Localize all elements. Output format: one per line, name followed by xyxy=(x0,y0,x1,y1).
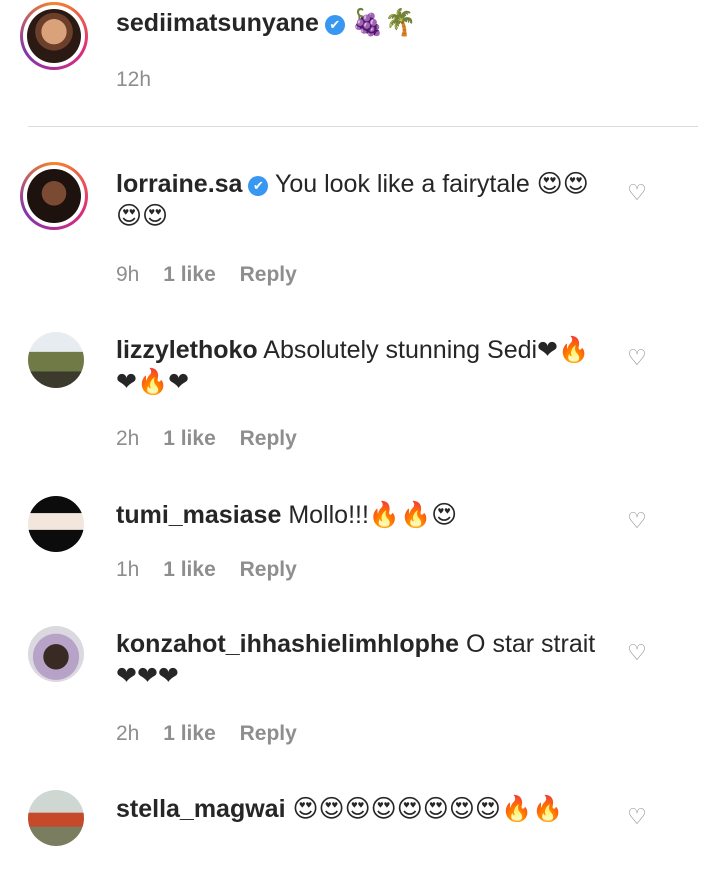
caption: sediimatsunyane ✔ 🍇🌴 xyxy=(116,7,606,39)
verified-badge-icon: ✔ xyxy=(324,15,345,35)
avatar[interactable] xyxy=(20,162,88,230)
comment-username[interactable]: lizzylethoko xyxy=(116,336,258,364)
comment-meta: 1h 1 like Reply xyxy=(116,558,315,582)
heart-outline-icon[interactable]: ♡ xyxy=(624,181,650,207)
comment-time: 2h xyxy=(116,427,140,450)
avatar[interactable] xyxy=(28,496,84,552)
comment-text: Mollo!!!🔥🔥😍 xyxy=(288,501,458,529)
comment-username[interactable]: lorraine.sa xyxy=(116,170,242,198)
comment-likes[interactable]: 1 like xyxy=(163,558,216,581)
reply-button[interactable]: Reply xyxy=(240,427,297,450)
heart-outline-icon[interactable]: ♡ xyxy=(624,509,650,535)
comment-meta: 9h 1 like Reply xyxy=(116,263,315,287)
verified-badge-icon: ✔ xyxy=(248,176,269,196)
comment-body: lizzylethoko Absolutely stunning Sedi❤🔥❤… xyxy=(116,334,606,398)
comment-body: tumi_masiase Mollo!!!🔥🔥😍 xyxy=(116,499,606,531)
comment-time: 1h xyxy=(116,558,140,581)
heart-outline-icon[interactable]: ♡ xyxy=(624,346,650,372)
reply-button[interactable]: Reply xyxy=(240,722,297,745)
heart-outline-icon[interactable]: ♡ xyxy=(624,641,650,667)
reply-button[interactable]: Reply xyxy=(240,558,297,581)
comment-username[interactable]: stella_magwai xyxy=(116,795,286,823)
heart-outline-icon[interactable]: ♡ xyxy=(624,805,650,831)
avatar[interactable] xyxy=(28,626,84,682)
comment-time: 9h xyxy=(116,263,140,286)
reply-button[interactable]: Reply xyxy=(240,263,297,286)
comment-text: 😍😍😍😍😍😍😍😍🔥🔥 xyxy=(292,795,564,823)
comment-time: 2h xyxy=(116,722,140,745)
comment-likes[interactable]: 1 like xyxy=(163,722,216,745)
comment-username[interactable]: konzahot_ihhashielimhlophe xyxy=(116,630,459,658)
comment-likes[interactable]: 1 like xyxy=(163,427,216,450)
comment-body: lorraine.sa ✔ You look like a fairytale 😍… xyxy=(116,168,606,232)
comment-username[interactable]: tumi_masiase xyxy=(116,501,281,529)
comment-body: stella_magwai 😍😍😍😍😍😍😍😍🔥🔥 xyxy=(116,793,606,825)
caption-text: 🍇🌴 xyxy=(351,8,417,38)
caption-username[interactable]: sediimatsunyane xyxy=(116,9,319,37)
caption-meta: 12h xyxy=(116,68,169,92)
caption-time: 12h xyxy=(116,68,152,91)
comment-meta: 2h 1 like Reply xyxy=(116,427,315,451)
comment-body: konzahot_ihhashielimhlophe O star strait… xyxy=(116,628,606,692)
comment-meta: 2h 1 like Reply xyxy=(116,722,315,746)
caption-avatar[interactable] xyxy=(20,2,88,70)
avatar[interactable] xyxy=(28,332,84,388)
divider xyxy=(28,126,698,127)
comment-likes[interactable]: 1 like xyxy=(163,263,216,286)
avatar[interactable] xyxy=(28,790,84,846)
